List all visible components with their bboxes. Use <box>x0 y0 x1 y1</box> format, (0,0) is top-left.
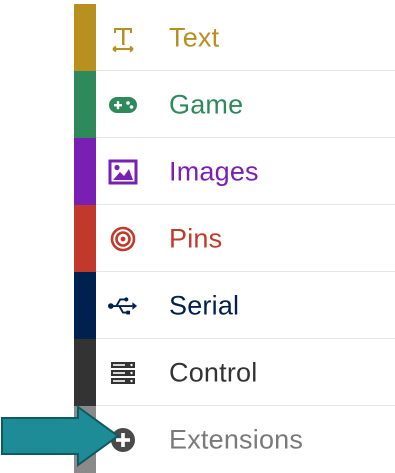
category-images[interactable]: Images <box>74 138 395 205</box>
image-icon <box>108 157 138 187</box>
category-color-bar <box>74 339 96 406</box>
category-label: Serial <box>169 290 240 320</box>
gamepad-icon <box>108 90 138 120</box>
text-icon <box>108 23 138 53</box>
category-control[interactable]: Control <box>74 339 395 406</box>
category-label: Text <box>169 22 220 52</box>
category-label: Game <box>169 89 244 119</box>
category-color-bar <box>74 71 96 138</box>
category-pins[interactable]: Pins <box>74 205 395 272</box>
category-color-bar <box>74 205 96 272</box>
target-icon <box>108 224 138 254</box>
category-label: Control <box>169 357 258 387</box>
category-game[interactable]: Game <box>74 71 395 138</box>
toolbox-categories: Text Game Images Pins Serial Control Ext… <box>74 0 395 473</box>
pointer-arrow-icon <box>1 405 120 467</box>
usb-icon <box>108 291 138 321</box>
category-color-bar <box>74 272 96 339</box>
category-label: Pins <box>169 223 223 253</box>
category-label: Extensions <box>169 424 304 454</box>
category-serial[interactable]: Serial <box>74 272 395 339</box>
category-color-bar <box>74 4 96 71</box>
category-text[interactable]: Text <box>74 4 395 71</box>
category-color-bar <box>74 138 96 205</box>
category-label: Images <box>169 156 259 186</box>
server-icon <box>108 358 138 388</box>
